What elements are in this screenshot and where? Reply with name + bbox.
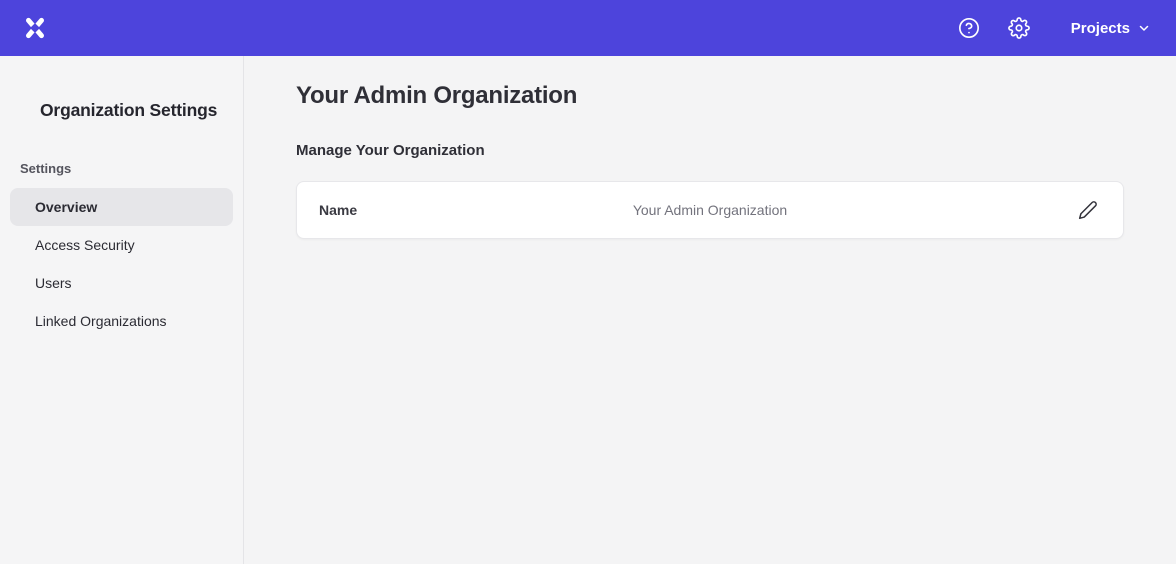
projects-menu-button[interactable]: Projects xyxy=(1071,20,1150,37)
settings-sidebar: Organization Settings Settings Overview … xyxy=(0,56,244,564)
sidebar-item-access-security[interactable]: Access Security xyxy=(10,226,233,264)
top-navigation-bar: Projects xyxy=(0,0,1176,56)
sidebar-item-users[interactable]: Users xyxy=(10,264,233,302)
section-title: Manage Your Organization xyxy=(296,142,1124,159)
projects-label: Projects xyxy=(1071,20,1130,37)
row-action xyxy=(906,197,1102,223)
page-title: Your Admin Organization xyxy=(296,82,1124,110)
sidebar-title: Organization Settings xyxy=(0,100,243,121)
topbar-actions: Projects xyxy=(957,16,1150,40)
sidebar-section-label: Settings xyxy=(0,161,243,176)
gear-icon[interactable] xyxy=(1007,16,1031,40)
pencil-edit-icon[interactable] xyxy=(1075,197,1101,223)
name-label: Name xyxy=(319,202,515,218)
chevron-down-icon xyxy=(1138,22,1150,34)
sidebar-item-overview[interactable]: Overview xyxy=(10,188,233,226)
organization-name-value: Your Admin Organization xyxy=(515,202,906,218)
sidebar-nav: Overview Access Security Users Linked Or… xyxy=(0,188,243,340)
app-logo x-logo-icon[interactable] xyxy=(20,13,50,43)
help-circle-icon[interactable] xyxy=(957,16,981,40)
organization-name-row: Name Your Admin Organization xyxy=(296,181,1124,239)
main-content: Your Admin Organization Manage Your Orga… xyxy=(244,56,1176,564)
sidebar-item-linked-organizations[interactable]: Linked Organizations xyxy=(10,302,233,340)
